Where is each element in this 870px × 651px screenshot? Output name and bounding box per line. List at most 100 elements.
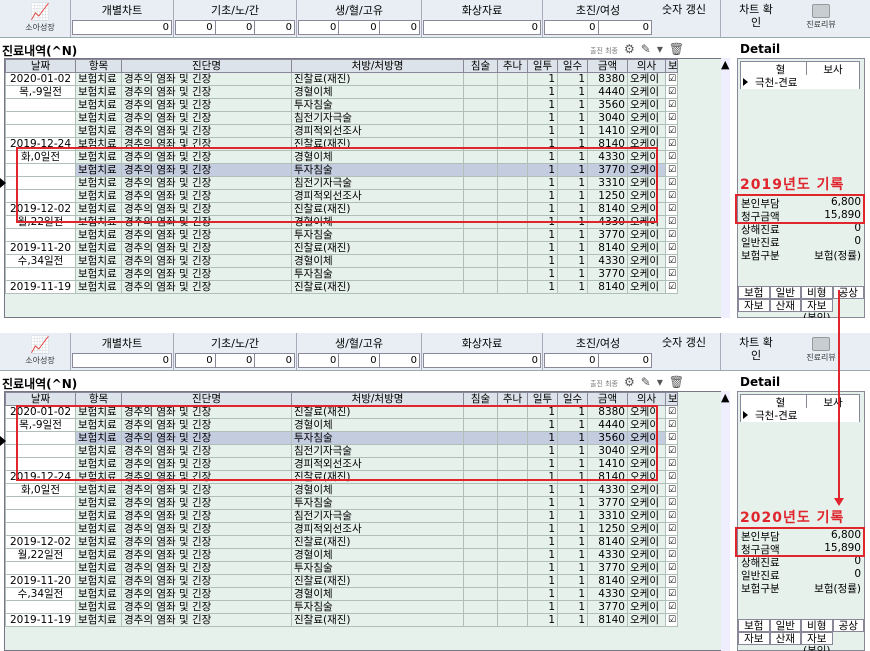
treatment-grid[interactable]: 날짜 항목 진단명 처방/처방명 침술 추나 일투 일수 금액 의사 보 2020-01-02 보험치료… <box>4 58 730 318</box>
brush-icon[interactable]: ✎ <box>641 42 651 56</box>
table-row[interactable]: 2019-11-20 보험치료 경추의 염좌 및 긴장 진찰료(재진) 1 1 8140 오케… <box>5 574 678 588</box>
insurance-type-button[interactable]: 보험 <box>738 286 770 299</box>
table-row[interactable]: 보험치료 경추의 염좌 및 긴장 경피적외선조사 1 1 1410 오케이 ☑ <box>5 124 678 138</box>
column-header[interactable]: 날짜 <box>5 392 76 406</box>
column-header[interactable]: 처방/처방명 <box>291 59 464 73</box>
table-row[interactable]: 2019-12-02 보험치료 경추의 염좌 및 긴장 진찰료(재진) 1 1 8140 오케… <box>5 202 678 216</box>
table-row[interactable]: 보험치료 경추의 염좌 및 긴장 투자침술 1 1 3770 오케이 ☑ <box>5 496 678 510</box>
refresh-numbers-button[interactable]: 숫자 갱신 <box>662 3 706 33</box>
insurance-type-button[interactable]: 일반 <box>769 286 801 299</box>
table-row[interactable]: 2019-11-19 보험치료 경추의 염좌 및 긴장 진찰료(재진) 1 1 8140 오케… <box>5 280 678 294</box>
brush-icon[interactable]: ✎ <box>641 375 651 389</box>
insurance-type-button[interactable]: 일반 <box>769 619 801 632</box>
insurance-type-button[interactable]: 공상 <box>832 619 864 632</box>
table-row[interactable]: 보험치료 경추의 염좌 및 긴장 투자침술 1 1 3770 오케이 ☑ <box>5 267 678 281</box>
table-row[interactable]: 목,-9일전 보험치료 경추의 염좌 및 긴장 경혈이체 1 1 4440 오케이 ☑ <box>5 85 678 99</box>
table-row[interactable]: 수,34일전 보험치료 경추의 염좌 및 긴장 경혈이체 1 1 4330 오케이 ☑ <box>5 587 678 601</box>
toolbar-group-0[interactable]: 개별차트 0 <box>72 335 172 369</box>
column-header[interactable]: 금액 <box>587 59 628 73</box>
table-row[interactable]: 2019-11-20 보험치료 경추의 염좌 및 긴장 진찰료(재진) 1 1 8140 오케… <box>5 241 678 255</box>
insurance-type-button[interactable]: 자보(본인) <box>801 632 833 651</box>
table-row[interactable]: 보험치료 경추의 염좌 및 긴장 경피적외선조사 1 1 1250 오케이 ☑ <box>5 522 678 536</box>
toolbar-group-1[interactable]: 기초/노/간 0 0 0 <box>175 335 296 369</box>
dropdown-icon[interactable]: ▾ <box>657 42 663 56</box>
filter-icon[interactable]: ⚙ <box>624 42 635 56</box>
column-header[interactable]: 진단명 <box>121 392 292 406</box>
filter-icon[interactable]: ⚙ <box>624 375 635 389</box>
table-row[interactable]: 2019-12-24 보험치료 경추의 염좌 및 긴장 진찰료(재진) 1 1 8140 오케… <box>5 470 678 484</box>
column-header[interactable]: 추나 <box>497 392 528 406</box>
review-button[interactable]: 진료리뷰 <box>791 335 851 368</box>
table-row[interactable]: 월,22일전 보험치료 경추의 염좌 및 긴장 경혈이체 1 1 4330 오케이 ☑ <box>5 215 678 229</box>
column-header[interactable]: 날짜 <box>5 59 76 73</box>
grid-scrollbar[interactable]: ▲ <box>721 391 730 651</box>
grid-scrollbar[interactable]: ▲ <box>721 58 730 318</box>
insurance-type-button[interactable]: 자보(본인) <box>801 299 833 318</box>
column-header[interactable]: 처방/처방명 <box>291 392 464 406</box>
table-row[interactable]: 2019-12-02 보험치료 경추의 염좌 및 긴장 진찰료(재진) 1 1 8140 오케… <box>5 535 678 549</box>
column-header[interactable]: 의사 <box>627 392 666 406</box>
toolbar-group-1[interactable]: 기초/노/간 0 0 0 <box>175 2 296 36</box>
toolbar-group-0[interactable]: 개별차트 0 <box>72 2 172 36</box>
table-row[interactable]: 2019-11-19 보험치료 경추의 염좌 및 긴장 진찰료(재진) 1 1 8140 오케… <box>5 613 678 627</box>
table-row[interactable]: 보험치료 경추의 염좌 및 긴장 경피적외선조사 1 1 1250 오케이 ☑ <box>5 189 678 203</box>
detail-acupoint-table[interactable]: 혈 보사 극천-견료 <box>740 394 860 422</box>
table-row[interactable]: 보험치료 경추의 염좌 및 긴장 투자침술 1 1 3560 오케이 ☑ <box>5 98 678 112</box>
table-row[interactable]: 보험치료 경추의 염좌 및 긴장 경피적외선조사 1 1 1410 오케이 ☑ <box>5 457 678 471</box>
insurance-type-button[interactable]: 자보 <box>738 299 770 312</box>
column-header[interactable]: 일투 <box>527 59 558 73</box>
refresh-numbers-button[interactable]: 숫자 갱신 <box>662 336 706 366</box>
table-row[interactable]: 2019-12-24 보험치료 경추의 염좌 및 긴장 진찰료(재진) 1 1 8140 오케… <box>5 137 678 151</box>
table-row[interactable]: 보험치료 경추의 염좌 및 긴장 침전기자극술 1 1 3040 오케이 ☑ <box>5 111 678 125</box>
table-row[interactable]: 보험치료 경추의 염좌 및 긴장 투자침술 1 1 3770 오케이 ☑ <box>5 228 678 242</box>
column-header[interactable]: 추나 <box>497 59 528 73</box>
table-row[interactable]: 보험치료 경추의 염좌 및 긴장 투자침술 1 1 3770 오케이 ☑ <box>5 163 678 177</box>
table-row[interactable]: 월,22일전 보험치료 경추의 염좌 및 긴장 경혈이체 1 1 4330 오케이 ☑ <box>5 548 678 562</box>
insurance-type-button[interactable]: 산재 <box>769 632 801 645</box>
review-button[interactable]: 진료리뷰 <box>791 2 851 35</box>
column-header[interactable]: 항목 <box>75 59 122 73</box>
column-header[interactable]: 보 <box>665 59 678 73</box>
toolbar-group-2[interactable]: 생/혈/고유 0 0 0 <box>298 335 420 369</box>
toolbar-group-4[interactable]: 초진/여성 0 0 <box>544 335 652 369</box>
insurance-type-button[interactable]: 보험 <box>738 619 770 632</box>
column-header[interactable]: 금액 <box>587 392 628 406</box>
table-row[interactable]: 2020-01-02 보험치료 경추의 염좌 및 긴장 진찰료(재진) 1 1 8380 오케… <box>5 405 678 419</box>
table-row[interactable]: 화,0일전 보험치료 경추의 염좌 및 긴장 경혈이체 1 1 4330 오케이 ☑ <box>5 483 678 497</box>
table-row[interactable]: 목,-9일전 보험치료 경추의 염좌 및 긴장 경혈이체 1 1 4440 오케이 ☑ <box>5 418 678 432</box>
column-header[interactable]: 보 <box>665 392 678 406</box>
growth-chart-button[interactable]: 📈 소아성장 <box>22 335 58 367</box>
table-row[interactable]: 보험치료 경추의 염좌 및 긴장 투자침술 1 1 3560 오케이 ☑ <box>5 431 678 445</box>
table-row[interactable]: 수,34일전 보험치료 경추의 염좌 및 긴장 경혈이체 1 1 4330 오케이 ☑ <box>5 254 678 268</box>
insurance-type-button[interactable]: 비형 <box>801 286 833 299</box>
table-row[interactable]: 화,0일전 보험치료 경추의 염좌 및 긴장 경혈이체 1 1 4330 오케이 ☑ <box>5 150 678 164</box>
chart-confirm-button[interactable]: 차트 확인 <box>736 3 776 33</box>
table-row[interactable]: 보험치료 경추의 염좌 및 긴장 침전기자극술 1 1 3310 오케이 ☑ <box>5 176 678 190</box>
trash-icon[interactable]: 🗑 <box>669 375 684 389</box>
column-header[interactable]: 항목 <box>75 392 122 406</box>
insurance-type-button[interactable]: 산재 <box>769 299 801 312</box>
treatment-grid[interactable]: 날짜 항목 진단명 처방/처방명 침술 추나 일투 일수 금액 의사 보 2020-01-02 보험치료… <box>4 391 730 651</box>
trash-icon[interactable]: 🗑 <box>669 42 684 56</box>
column-header[interactable]: 일수 <box>557 59 588 73</box>
acupoint-row[interactable]: 극천-견료 <box>741 75 859 89</box>
table-row[interactable]: 보험치료 경추의 염좌 및 긴장 투자침술 1 1 3770 오케이 ☑ <box>5 600 678 614</box>
table-row[interactable]: 보험치료 경추의 염좌 및 긴장 투자침술 1 1 3770 오케이 ☑ <box>5 561 678 575</box>
table-row[interactable]: 보험치료 경추의 염좌 및 긴장 침전기자극술 1 1 3310 오케이 ☑ <box>5 509 678 523</box>
insurance-type-button[interactable]: 비형 <box>801 619 833 632</box>
column-header[interactable]: 일수 <box>557 392 588 406</box>
chart-confirm-button[interactable]: 차트 확인 <box>736 336 776 366</box>
growth-chart-button[interactable]: 📈 소아성장 <box>22 2 58 34</box>
acupoint-row[interactable]: 극천-견료 <box>741 408 859 422</box>
dropdown-icon[interactable]: ▾ <box>657 375 663 389</box>
column-header[interactable]: 의사 <box>627 59 666 73</box>
column-header[interactable]: 침술 <box>463 59 498 73</box>
table-row[interactable]: 2020-01-02 보험치료 경추의 염좌 및 긴장 진찰료(재진) 1 1 8380 오케… <box>5 72 678 86</box>
toolbar-group-2[interactable]: 생/혈/고유 0 0 0 <box>298 2 420 36</box>
toolbar-group-3[interactable]: 화상자료 0 <box>423 2 541 36</box>
table-row[interactable]: 보험치료 경추의 염좌 및 긴장 침전기자극술 1 1 3040 오케이 ☑ <box>5 444 678 458</box>
insurance-type-button[interactable]: 자보 <box>738 632 770 645</box>
toolbar-group-3[interactable]: 화상자료 0 <box>423 335 541 369</box>
column-header[interactable]: 진단명 <box>121 59 292 73</box>
column-header[interactable]: 일투 <box>527 392 558 406</box>
